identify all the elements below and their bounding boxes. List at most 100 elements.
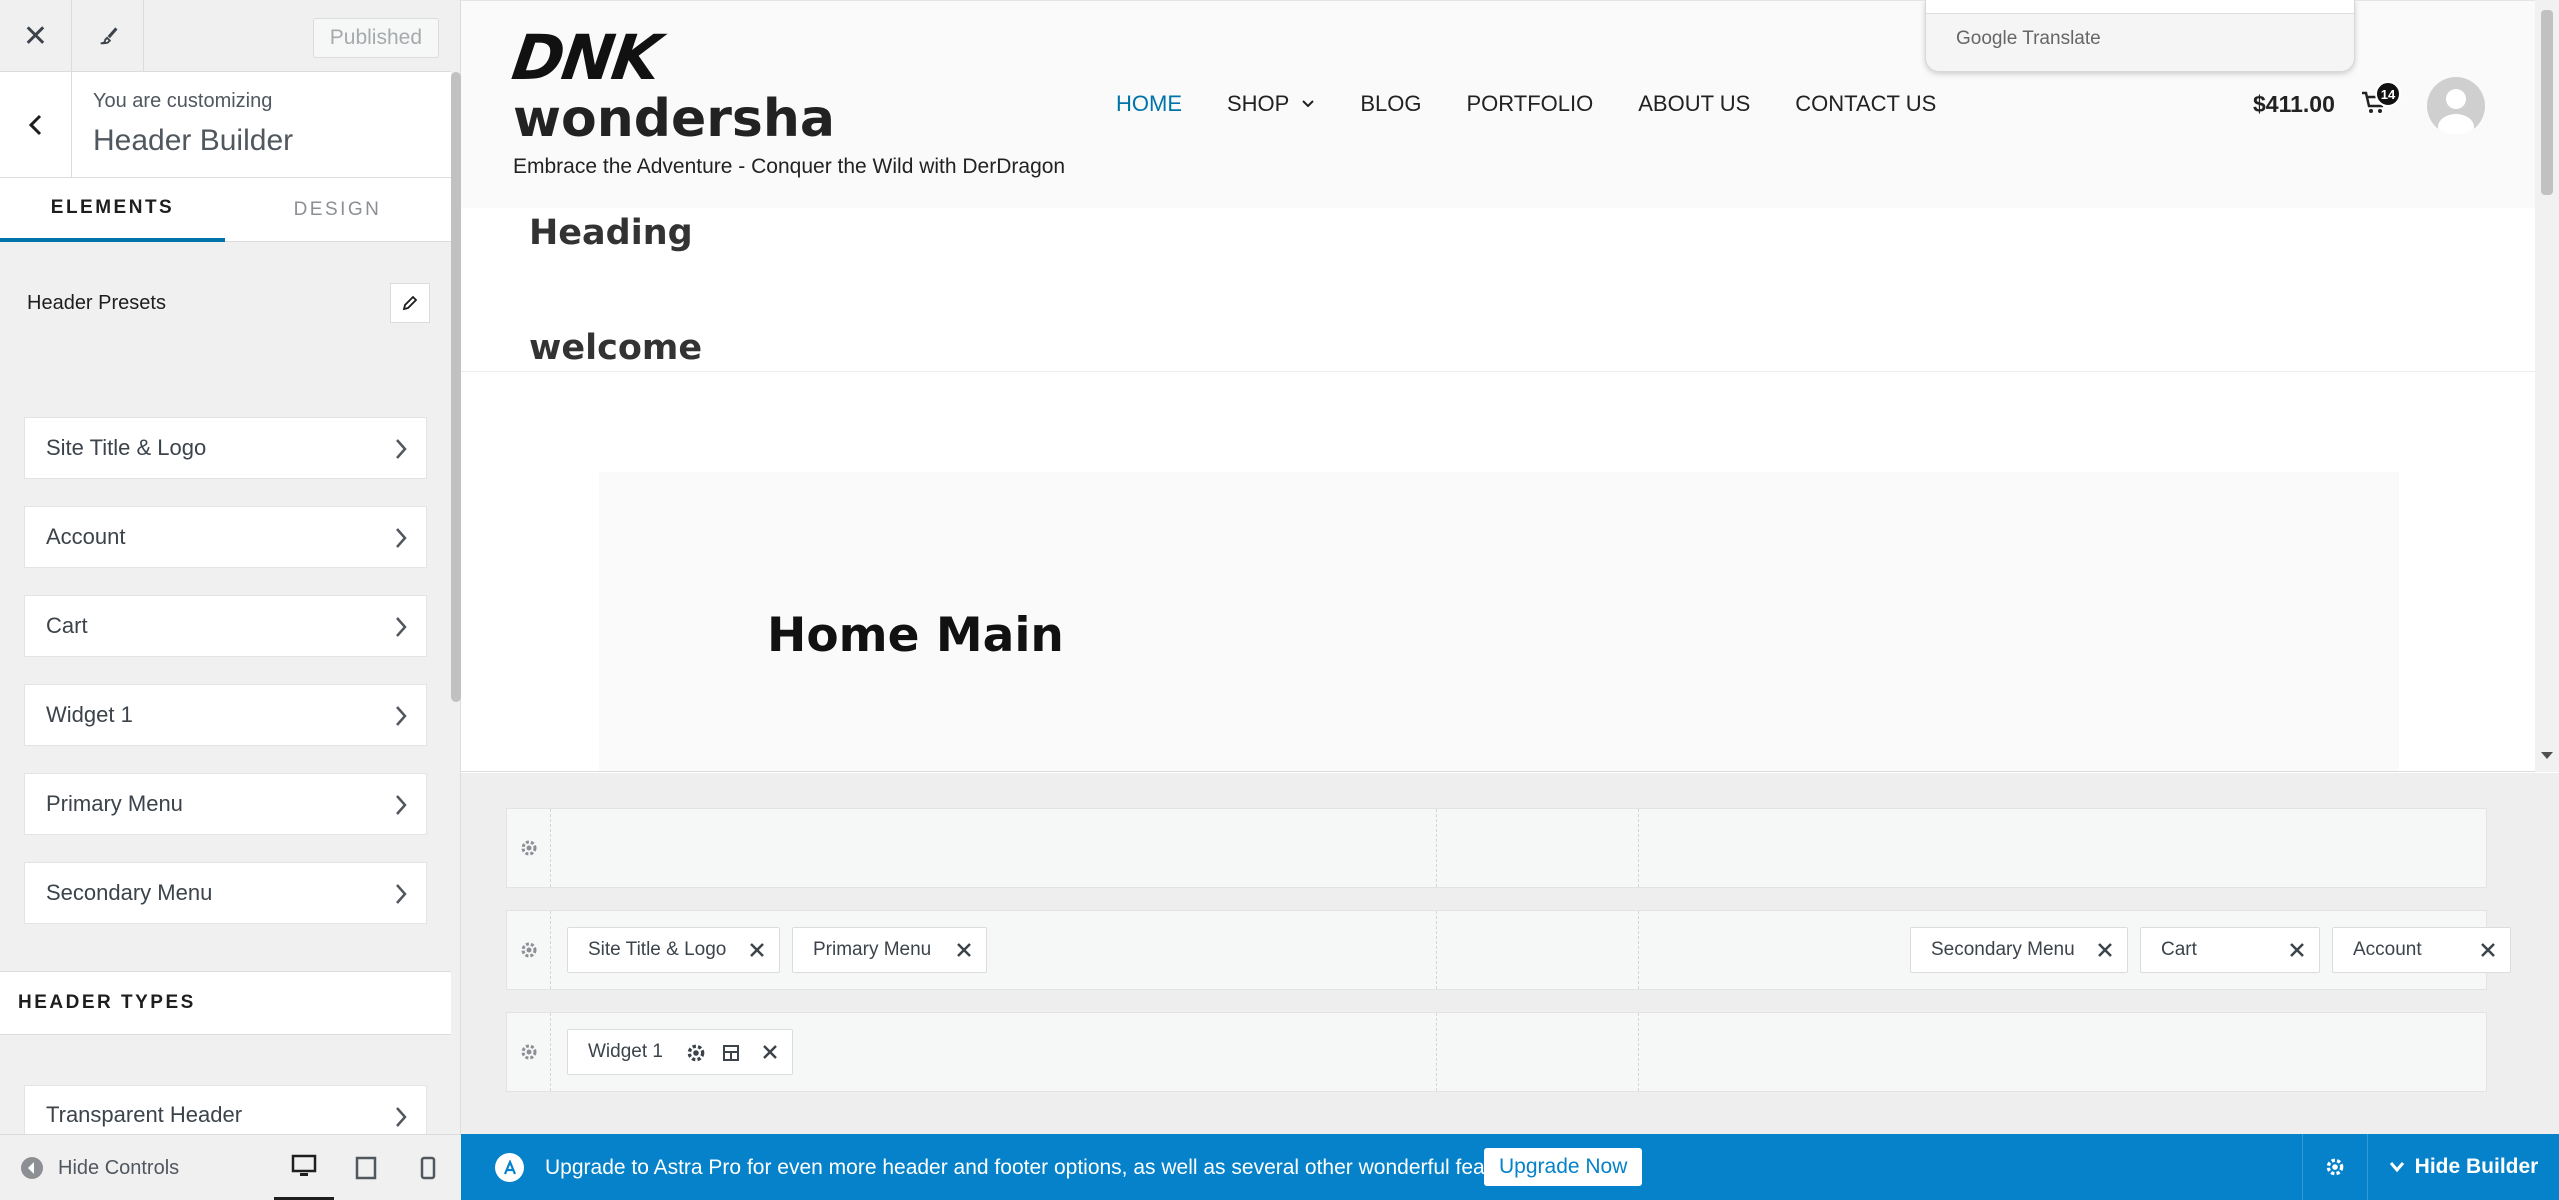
chevron-down-icon — [2389, 1162, 2404, 1173]
builder-chip-secondary-menu[interactable]: Secondary Menu — [1910, 927, 2128, 973]
sidebar-item-label: Transparent Header — [46, 1102, 243, 1127]
hide-builder-label: Hide Builder — [2414, 1155, 2539, 1178]
heading-block: Heading — [529, 213, 693, 253]
panel-tabs: ELEMENTS DESIGN — [0, 178, 451, 242]
chevron-right-icon — [396, 795, 407, 815]
close-icon[interactable]: ✕ — [0, 0, 72, 72]
chevron-right-icon — [396, 884, 407, 904]
sidebar-item-label: Cart — [46, 613, 88, 638]
cart-total[interactable]: $411.00 — [2253, 91, 2335, 118]
chip-label: Primary Menu — [813, 939, 932, 960]
builder-row-primary-header[interactable]: Site Title & Logo Primary Menu Secondary… — [506, 910, 2511, 990]
nav-shop-label: SHOP — [1227, 91, 1290, 116]
astra-logo-icon — [495, 1153, 524, 1182]
tab-design[interactable]: DESIGN — [225, 178, 450, 242]
nav-blog[interactable]: BLOG — [1360, 91, 1421, 117]
widget-layout-icon[interactable] — [722, 1044, 740, 1062]
chip-label: Account — [2353, 939, 2422, 960]
remove-x-icon[interactable] — [956, 942, 972, 958]
sidebar-item-label: Site Title & Logo — [46, 435, 207, 460]
zone-divider — [1436, 911, 1437, 989]
chip-label: Cart — [2161, 939, 2197, 960]
sidebar-item-primary-menu[interactable]: Primary Menu — [24, 773, 427, 835]
upgrade-notice-bar: Upgrade to Astra Pro for even more heade… — [461, 1134, 2302, 1200]
builder-settings-gear-icon[interactable] — [2302, 1134, 2367, 1200]
builder-chip-account[interactable]: Account — [2332, 927, 2511, 973]
google-translate-label: Google Translate — [1956, 28, 2101, 49]
remove-x-icon[interactable] — [749, 942, 765, 958]
sidebar-item-label: Widget 1 — [46, 702, 133, 727]
sidebar-item-label: Account — [46, 524, 126, 549]
remove-x-icon[interactable] — [2480, 942, 2496, 958]
avatar[interactable] — [2427, 77, 2485, 135]
nav-shop[interactable]: SHOP — [1227, 91, 1315, 117]
site-logo[interactable]: DNK — [508, 21, 664, 94]
remove-x-icon[interactable] — [2097, 942, 2113, 958]
chip-label: Widget 1 — [588, 1041, 663, 1062]
hide-controls-button[interactable]: Hide Controls — [20, 1135, 179, 1200]
home-main-section: Home Main — [599, 472, 2399, 771]
chip-settings-gear-icon[interactable] — [686, 1043, 706, 1063]
builder-chip-primary-menu[interactable]: Primary Menu — [792, 927, 987, 973]
scrollbar-thumb[interactable] — [2541, 10, 2553, 195]
home-main-heading: Home Main — [767, 608, 1064, 663]
sidebar-item-label: Secondary Menu — [46, 880, 213, 905]
row-settings-gear-icon[interactable] — [507, 1013, 551, 1091]
chip-label: Site Title & Logo — [588, 939, 727, 960]
preview-scrollbar[interactable] — [2535, 0, 2559, 772]
scroll-down-arrow-icon[interactable] — [2541, 752, 2553, 759]
zone-divider — [1638, 1013, 1639, 1091]
chevron-right-icon — [396, 439, 407, 459]
header-presets-label: Header Presets — [27, 291, 166, 314]
tab-elements[interactable]: ELEMENTS — [0, 178, 225, 242]
upgrade-now-button[interactable]: Upgrade Now — [1484, 1148, 1643, 1186]
google-translate-widget[interactable]: Google Translate — [1925, 0, 2355, 72]
builder-row-above-header[interactable] — [506, 808, 2487, 888]
builder-chip-cart[interactable]: Cart — [2140, 927, 2320, 973]
mobile-icon[interactable] — [398, 1135, 458, 1200]
site-preview: DNK wondersha Embrace the Adventure - Co… — [461, 0, 2535, 772]
back-chevron-icon[interactable] — [0, 72, 72, 178]
sidebar-scrollbar[interactable] — [451, 72, 461, 702]
site-tagline: Embrace the Adventure - Conquer the Wild… — [513, 155, 1066, 178]
sidebar-item-label: Primary Menu — [46, 791, 183, 816]
row-settings-gear-icon[interactable] — [507, 809, 551, 887]
header-builder: Site Title & Logo Primary Menu Secondary… — [461, 773, 2559, 1134]
sidebar-item-widget-1[interactable]: Widget 1 — [24, 684, 427, 746]
zone-divider — [1436, 809, 1437, 887]
nav-portfolio[interactable]: PORTFOLIO — [1467, 91, 1594, 117]
remove-x-icon[interactable] — [762, 1044, 778, 1060]
paintbrush-icon[interactable] — [72, 0, 144, 72]
sidebar-item-cart[interactable]: Cart — [24, 595, 427, 657]
nav-home[interactable]: HOME — [1116, 91, 1182, 117]
header-presets-row: Header Presets — [0, 243, 451, 363]
primary-menu: HOME SHOP BLOG PORTFOLIO ABOUT US CONTAC… — [1116, 91, 1936, 117]
builder-chip-widget-1[interactable]: Widget 1 — [567, 1029, 793, 1075]
builder-chip-site-title-logo[interactable]: Site Title & Logo — [567, 927, 780, 973]
nav-contact-us[interactable]: CONTACT US — [1795, 91, 1936, 117]
upgrade-notice-text: Upgrade to Astra Pro for even more heade… — [545, 1156, 1538, 1179]
sidebar-item-site-title-logo[interactable]: Site Title & Logo — [24, 417, 427, 479]
hide-builder-button[interactable]: Hide Builder — [2367, 1134, 2559, 1200]
customizer-footer: Hide Controls — [0, 1134, 461, 1200]
pencil-icon[interactable] — [390, 283, 430, 323]
remove-x-icon[interactable] — [2289, 942, 2305, 958]
customizer-topbar: ✕ Published — [0, 0, 451, 72]
header-types-heading: HEADER TYPES — [0, 971, 451, 1035]
customizing-label: You are customizing — [93, 90, 273, 112]
nav-about-us[interactable]: ABOUT US — [1638, 91, 1750, 117]
site-title[interactable]: wondersha — [513, 89, 835, 149]
sidebar-item-account[interactable]: Account — [24, 506, 427, 568]
row-settings-gear-icon[interactable] — [507, 911, 551, 989]
chevron-right-icon — [396, 528, 407, 548]
desktop-icon[interactable] — [274, 1135, 334, 1200]
builder-row-below-header[interactable]: Widget 1 — [506, 1012, 2487, 1092]
tablet-icon[interactable] — [336, 1135, 396, 1200]
published-button[interactable]: Published — [312, 18, 439, 58]
translate-dropdown[interactable] — [1926, 0, 2354, 14]
chip-label: Secondary Menu — [1931, 939, 2075, 960]
customizing-header: You are customizing Header Builder — [0, 72, 451, 178]
hide-controls-label: Hide Controls — [58, 1156, 180, 1179]
chevron-right-icon — [396, 706, 407, 726]
sidebar-item-secondary-menu[interactable]: Secondary Menu — [24, 862, 427, 924]
